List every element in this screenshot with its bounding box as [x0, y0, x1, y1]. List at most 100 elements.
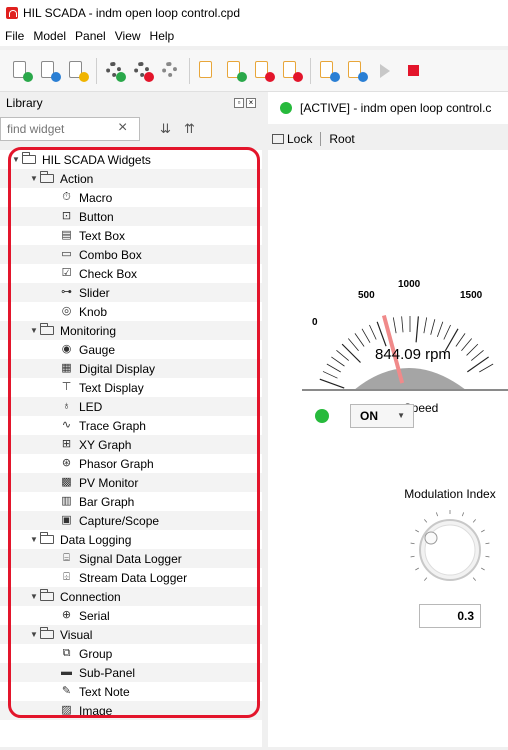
- tree-label: XY Graph: [79, 437, 132, 452]
- collapse-all-icon[interactable]: ⇈: [184, 121, 195, 137]
- tree-item[interactable]: ☑ Check Box: [0, 264, 262, 283]
- tree-label: Macro: [79, 190, 113, 205]
- tree-label: Action: [60, 171, 94, 186]
- caret-down-icon[interactable]: ▼: [30, 630, 40, 639]
- compile-button[interactable]: [103, 59, 127, 83]
- phasor-graph-icon: ⊛: [61, 457, 72, 469]
- tree-folder[interactable]: ▼ HIL SCADA Widgets: [0, 150, 262, 169]
- new-model-button[interactable]: [10, 59, 34, 83]
- slider-icon: ⊶: [61, 286, 72, 298]
- tree-item[interactable]: ∿ Trace Graph: [0, 416, 262, 435]
- tree-item[interactable]: ⊕ Serial: [0, 606, 262, 625]
- panel-tab-title: [ACTIVE] - indm open loop control.c: [300, 101, 492, 115]
- tree-item[interactable]: ⊤ Text Display: [0, 378, 262, 397]
- model-info-button[interactable]: [66, 59, 90, 83]
- tree-item[interactable]: ⌹ Stream Data Logger: [0, 568, 262, 587]
- stop-button[interactable]: [401, 59, 425, 83]
- panel-info-button[interactable]: [345, 59, 369, 83]
- tree-item[interactable]: ▬ Sub-Panel: [0, 663, 262, 682]
- caret-down-icon[interactable]: ▼: [30, 592, 40, 601]
- menu-help[interactable]: Help: [150, 29, 175, 43]
- digital-display-icon: ▦: [61, 362, 72, 374]
- open-panel-button[interactable]: [224, 59, 248, 83]
- speed-gauge[interactable]: 0 500 1000 1500 844.09 rpm Speed: [300, 279, 508, 415]
- panel-settings-button[interactable]: [317, 59, 341, 83]
- tree-item[interactable]: ♁ LED: [0, 397, 262, 416]
- new-panel-button[interactable]: [196, 59, 220, 83]
- tree-label: Phasor Graph: [79, 456, 154, 471]
- main-toolbar: [0, 50, 508, 92]
- caret-down-icon[interactable]: ▼: [30, 174, 40, 183]
- text-note-icon: ✎: [61, 685, 72, 697]
- run-button[interactable]: [373, 59, 397, 83]
- clear-search-icon[interactable]: ×: [118, 119, 127, 137]
- tree-folder[interactable]: ▼ Connection: [0, 587, 262, 606]
- close-panel-button[interactable]: [280, 59, 304, 83]
- tree-item[interactable]: ▦ Digital Display: [0, 359, 262, 378]
- close-panel-icon[interactable]: ×: [246, 98, 256, 108]
- gauge-tick: [479, 363, 494, 373]
- tree-item[interactable]: ◎ Knob: [0, 302, 262, 321]
- stop-compile-button[interactable]: [131, 59, 155, 83]
- gauge-tick: [423, 317, 428, 334]
- lock-button[interactable]: Lock: [287, 132, 312, 146]
- library-search-row: × ⇊ ⇈: [0, 116, 262, 142]
- panel-tab[interactable]: [ACTIVE] - indm open loop control.c: [268, 92, 508, 124]
- tree-folder[interactable]: ▼ Action: [0, 169, 262, 188]
- menu-bar: File Model Panel View Help: [0, 26, 508, 46]
- tree-item[interactable]: ⏱ Macro: [0, 188, 262, 207]
- menu-model[interactable]: Model: [33, 29, 66, 43]
- text-box-icon: ▤: [61, 229, 72, 241]
- caret-down-icon[interactable]: ▼: [30, 326, 40, 335]
- tree-item[interactable]: ⌸ Signal Data Logger: [0, 549, 262, 568]
- tree-item[interactable]: ▭ Combo Box: [0, 245, 262, 264]
- tree-label: PV Monitor: [79, 475, 139, 490]
- tree-item[interactable]: ⊶ Slider: [0, 283, 262, 302]
- tree-folder[interactable]: ▼ Monitoring: [0, 321, 262, 340]
- serial-icon: ⊕: [61, 609, 72, 621]
- macro-icon: ⏱: [62, 191, 71, 203]
- tree-item[interactable]: ✎ Text Note: [0, 682, 262, 701]
- gauge-tick-label: 1500: [460, 290, 483, 301]
- tree-folder[interactable]: ▼ Visual: [0, 625, 262, 644]
- tree-item[interactable]: ◉ Gauge: [0, 340, 262, 359]
- menu-panel[interactable]: Panel: [75, 29, 106, 43]
- tree-item[interactable]: ▤ Text Box: [0, 226, 262, 245]
- knob-tick: [410, 555, 415, 558]
- tree-label: Connection: [60, 589, 121, 604]
- expand-all-icon[interactable]: ⇊: [160, 121, 171, 137]
- on-off-combo[interactable]: ON ▼: [350, 404, 414, 428]
- tree-item[interactable]: ▣ Capture/Scope: [0, 511, 262, 530]
- caret-down-icon[interactable]: ▼: [30, 535, 40, 544]
- tree-item[interactable]: ⧉ Group: [0, 644, 262, 663]
- knob-value-field[interactable]: 0.3: [419, 604, 481, 628]
- tree-item[interactable]: ▩ PV Monitor: [0, 473, 262, 492]
- tree-label: Data Logging: [60, 532, 132, 547]
- tree-label: Gauge: [79, 342, 116, 357]
- group-icon: ⧉: [62, 647, 71, 659]
- tree-folder[interactable]: ▼ Data Logging: [0, 530, 262, 549]
- tree-item[interactable]: ▥ Bar Graph: [0, 492, 262, 511]
- float-panel-button[interactable]: ▫: [234, 98, 244, 108]
- tree-item[interactable]: ⊛ Phasor Graph: [0, 454, 262, 473]
- menu-view[interactable]: View: [115, 29, 141, 43]
- modulation-knob[interactable]: Modulation Index: [404, 487, 496, 581]
- tree-item[interactable]: ▨ Image: [0, 701, 262, 720]
- app-logo-icon: [6, 7, 18, 19]
- tree-label: Button: [79, 209, 114, 224]
- knob-icon: ◎: [61, 305, 72, 317]
- gauge-tick: [341, 343, 361, 363]
- save-panel-button[interactable]: [252, 59, 276, 83]
- library-title: Library: [6, 96, 43, 110]
- caret-down-icon[interactable]: ▼: [12, 155, 22, 164]
- knob-tick: [415, 529, 420, 533]
- tree-item[interactable]: ⊞ XY Graph: [0, 435, 262, 454]
- root-breadcrumb[interactable]: Root: [329, 132, 354, 146]
- menu-file[interactable]: File: [5, 29, 24, 43]
- tree-item[interactable]: ⊡ Button: [0, 207, 262, 226]
- compile-settings-button[interactable]: [159, 59, 183, 83]
- bar-graph-icon: ▥: [61, 495, 72, 507]
- open-model-button[interactable]: [38, 59, 62, 83]
- knob-tick: [485, 555, 490, 558]
- toolbar-separator: [96, 57, 97, 84]
